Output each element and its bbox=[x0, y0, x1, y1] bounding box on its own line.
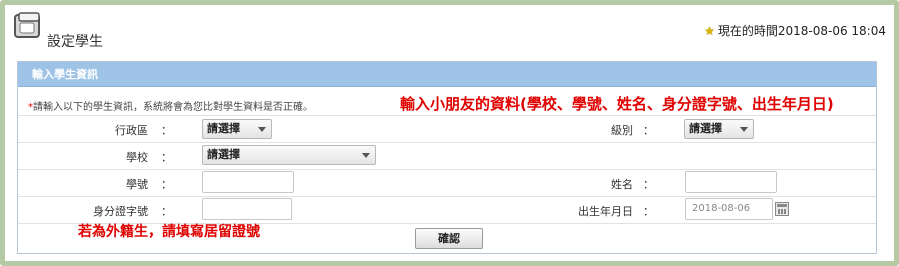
id-input[interactable] bbox=[202, 198, 292, 220]
star-icon: ★ bbox=[704, 23, 715, 38]
colon: ： bbox=[161, 151, 172, 164]
birth-label: 出生年月日 bbox=[578, 205, 633, 218]
school-select-value: 請選擇 bbox=[207, 148, 240, 161]
grade-select-value: 請選擇 bbox=[689, 122, 722, 135]
student-no-input[interactable] bbox=[202, 171, 294, 193]
page-title: 設定學生 bbox=[47, 34, 103, 50]
instruction-text: 請輸入以下的學生資訊，系統將會為您比對學生資料是否正確。 bbox=[33, 102, 313, 113]
settings-box-icon bbox=[14, 12, 40, 38]
current-time: ★ 現在的時間2018-08-06 18:04 bbox=[704, 22, 886, 39]
name-input[interactable] bbox=[685, 171, 777, 193]
chevron-down-icon bbox=[362, 153, 370, 158]
colon: ： bbox=[161, 124, 172, 137]
grade-label: 級別 bbox=[611, 124, 633, 137]
school-select[interactable]: 請選擇 bbox=[202, 145, 376, 165]
row-divider bbox=[18, 115, 876, 116]
chevron-down-icon bbox=[740, 127, 748, 132]
annotation-bottom: 若為外籍生，請填寫居留證號 bbox=[78, 224, 260, 240]
school-label: 學校 bbox=[126, 151, 148, 164]
top-bar: 設定學生 ★ 現在的時間2018-08-06 18:04 bbox=[5, 5, 894, 53]
current-time-text: 現在的時間2018-08-06 18:04 bbox=[717, 24, 886, 38]
student-info-panel: 輸入學生資訊 *請輸入以下的學生資訊，系統將會為您比對學生資料是否正確。 輸入小… bbox=[17, 61, 877, 254]
panel-title: 輸入學生資訊 bbox=[18, 62, 876, 87]
chevron-down-icon bbox=[258, 127, 266, 132]
district-select-value: 請選擇 bbox=[207, 122, 240, 135]
district-select[interactable]: 請選擇 bbox=[202, 119, 272, 139]
birth-date-input[interactable]: 2018-08-06 bbox=[685, 198, 773, 220]
grade-select[interactable]: 請選擇 bbox=[684, 119, 754, 139]
id-label: 身分證字號 bbox=[93, 205, 148, 218]
confirm-button[interactable]: 確認 bbox=[415, 228, 483, 249]
row-divider bbox=[18, 142, 876, 143]
name-label: 姓名 bbox=[611, 178, 633, 191]
colon: ： bbox=[161, 178, 172, 191]
row-divider bbox=[18, 196, 876, 197]
colon: ： bbox=[643, 205, 654, 218]
calendar-icon[interactable] bbox=[775, 202, 789, 216]
student-no-label: 學號 bbox=[126, 178, 148, 191]
row-divider bbox=[18, 169, 876, 170]
colon: ： bbox=[643, 178, 654, 191]
district-label: 行政區 bbox=[115, 124, 148, 137]
annotation-top: 輸入小朋友的資料(學校、學號、姓名、身分證字號、出生年月日) bbox=[400, 95, 834, 113]
colon: ： bbox=[161, 205, 172, 218]
colon: ： bbox=[643, 124, 654, 137]
instruction-note: *請輸入以下的學生資訊，系統將會為您比對學生資料是否正確。 bbox=[28, 98, 313, 113]
